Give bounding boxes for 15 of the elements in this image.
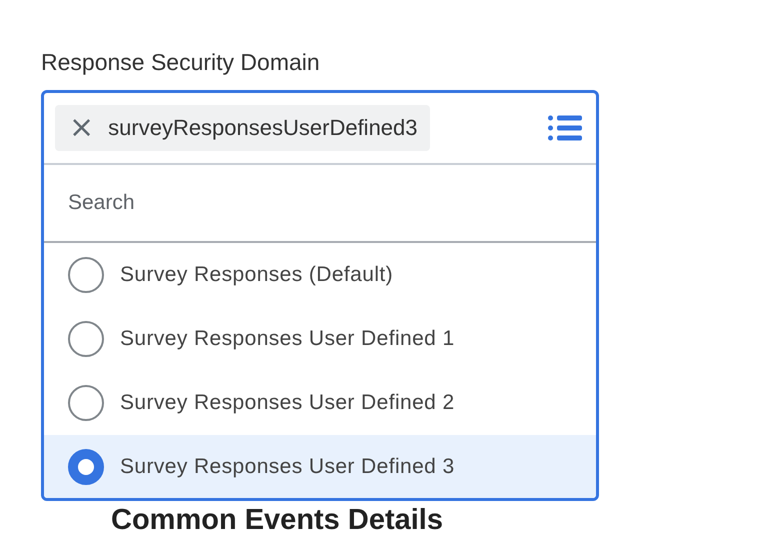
list-button[interactable]: [548, 115, 582, 141]
radio-button[interactable]: [68, 257, 104, 293]
option-label: Survey Responses User Defined 2: [120, 391, 455, 415]
option-label: Survey Responses User Defined 1: [120, 327, 455, 351]
option-label: Survey Responses (Default): [120, 263, 394, 287]
field-label: Response Security Domain: [41, 48, 321, 77]
list-icon: [548, 115, 582, 141]
chip-text: surveyResponsesUserDefined3: [108, 115, 418, 141]
section-heading: Common Events Details: [111, 504, 444, 537]
dropdown-option[interactable]: Survey Responses User Defined 3: [44, 435, 596, 498]
remove-chip-button[interactable]: ×: [69, 113, 94, 143]
radio-button[interactable]: [68, 449, 104, 485]
radio-button[interactable]: [68, 385, 104, 421]
option-label: Survey Responses User Defined 3: [120, 455, 455, 479]
radio-button[interactable]: [68, 321, 104, 357]
